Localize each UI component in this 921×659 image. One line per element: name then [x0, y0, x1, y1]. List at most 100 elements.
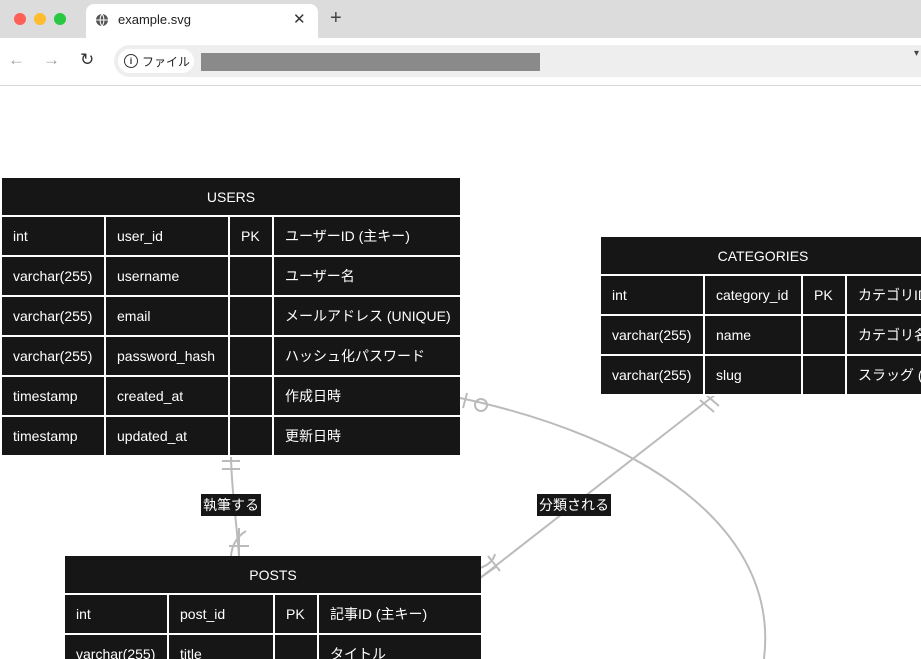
- attribute-type-text: timestamp: [13, 388, 78, 404]
- attribute-key: PK: [803, 276, 845, 314]
- site-info-chip[interactable]: i ファイル: [118, 49, 194, 73]
- attribute-name: post_id: [169, 595, 273, 633]
- attribute-name: slug: [705, 356, 801, 394]
- entity-title: CATEGORIES: [717, 247, 809, 264]
- info-icon: i: [124, 54, 138, 68]
- address-bar[interactable]: i ファイル: [114, 45, 921, 77]
- attribute-type: varchar(255): [601, 356, 703, 394]
- back-icon[interactable]: ←: [8, 50, 25, 70]
- attribute-comment: スラッグ (U: [847, 356, 921, 394]
- attribute-comment-text: 更新日時: [285, 428, 341, 444]
- attribute-key: [803, 316, 845, 354]
- attribute-name-text: post_id: [180, 606, 226, 622]
- attribute-comment-text: 記事ID (主キー): [330, 606, 428, 622]
- tab-title: example.svg: [118, 12, 191, 27]
- entity-title: USERS: [206, 188, 256, 205]
- rel-mark-zero: [474, 398, 488, 412]
- attribute-type: varchar(255): [2, 257, 104, 295]
- attribute-name: password_hash: [106, 337, 228, 375]
- attribute-key-text: PK: [286, 606, 305, 622]
- attribute-type-text: int: [76, 606, 91, 622]
- attribute-type: int: [65, 595, 167, 633]
- attribute-type: varchar(255): [65, 635, 167, 659]
- attribute-name: email: [106, 297, 228, 335]
- chevron-down-icon[interactable]: ▾: [914, 48, 919, 59]
- attribute-comment-text: ハッシュ化パスワード: [285, 348, 425, 364]
- zoom-window-button[interactable]: [54, 13, 66, 25]
- attribute-name: title: [169, 635, 273, 659]
- minimize-window-button[interactable]: [34, 13, 46, 25]
- tab-bar: example.svg ✕ +: [0, 0, 921, 38]
- attribute-comment: 更新日時: [274, 417, 460, 455]
- attribute-key: [230, 257, 272, 295]
- rel-line-categories-posts: [479, 393, 717, 579]
- attribute-name-text: title: [180, 646, 202, 659]
- attribute-comment: カテゴリID: [847, 276, 921, 314]
- attribute-name: updated_at: [106, 417, 228, 455]
- new-tab-button[interactable]: +: [330, 7, 342, 30]
- attribute-name-text: slug: [716, 367, 742, 383]
- attribute-comment: メールアドレス (UNIQUE): [274, 297, 460, 335]
- attribute-name-text: name: [716, 327, 752, 343]
- rel-line-users-offcanvas: [459, 397, 767, 659]
- attribute-name: category_id: [705, 276, 801, 314]
- attribute-type-text: varchar(255): [13, 268, 93, 284]
- attribute-type-text: timestamp: [13, 428, 78, 444]
- tab-close-icon[interactable]: ✕: [293, 10, 306, 28]
- attribute-type-text: varchar(255): [612, 327, 692, 343]
- attribute-comment-text: スラッグ (U: [858, 367, 921, 383]
- attribute-type-text: varchar(255): [76, 646, 156, 659]
- close-window-button[interactable]: [14, 13, 26, 25]
- attribute-type-text: int: [612, 287, 627, 303]
- attribute-type-text: varchar(255): [13, 348, 93, 364]
- attribute-key: [275, 635, 317, 659]
- reload-icon[interactable]: ↻: [80, 50, 94, 70]
- attribute-key: PK: [230, 217, 272, 255]
- attribute-comment: ユーザーID (主キー): [274, 217, 460, 255]
- attribute-comment-text: メールアドレス (UNIQUE): [285, 308, 451, 324]
- attribute-key: [230, 377, 272, 415]
- attribute-key-text: PK: [814, 287, 833, 303]
- attribute-name-text: updated_at: [117, 428, 188, 444]
- relationship-label: 執筆する: [201, 494, 261, 516]
- attribute-name-text: password_hash: [117, 348, 216, 364]
- divider: [601, 394, 921, 396]
- attribute-comment: 作成日時: [274, 377, 460, 415]
- attribute-name: created_at: [106, 377, 228, 415]
- attribute-type: int: [2, 217, 104, 255]
- attribute-name: user_id: [106, 217, 228, 255]
- relationship-label: 分類される: [537, 494, 611, 516]
- entity-categories: CATEGORIES int category_id PK カテゴリID varchar(…: [601, 237, 921, 396]
- rel-mark-posts-many: [229, 528, 249, 557]
- site-info-label: ファイル: [142, 55, 191, 69]
- entity-name: CATEGORIES: [601, 237, 921, 274]
- entity-title: POSTS: [249, 566, 297, 583]
- attribute-key: [230, 297, 272, 335]
- entity-name: USERS: [2, 178, 460, 215]
- diagram-canvas: 執筆する 分類される USERS int user_id PK ユーザーID (主キー)…: [0, 86, 921, 659]
- attribute-comment-text: カテゴリ名: [858, 327, 921, 343]
- attribute-name-text: created_at: [117, 388, 184, 404]
- attribute-comment: ハッシュ化パスワード: [274, 337, 460, 375]
- attribute-comment-text: 作成日時: [285, 388, 341, 404]
- attribute-type: timestamp: [2, 377, 104, 415]
- attribute-comment-text: ユーザー名: [285, 268, 355, 284]
- tab-example-svg[interactable]: example.svg ✕: [86, 4, 318, 38]
- attribute-type: varchar(255): [2, 297, 104, 335]
- attribute-type: int: [601, 276, 703, 314]
- attribute-type: varchar(255): [2, 337, 104, 375]
- attribute-key-text: PK: [241, 228, 260, 244]
- url-redacted[interactable]: [201, 53, 540, 71]
- attribute-name-text: user_id: [117, 228, 163, 244]
- browser-toolbar: ← → ↻ i ファイル ▾: [0, 38, 921, 86]
- globe-icon: [96, 13, 108, 27]
- rel-mark-one-2: [462, 392, 468, 409]
- forward-icon[interactable]: →: [43, 50, 60, 70]
- attribute-name-text: username: [117, 268, 180, 284]
- attribute-type: timestamp: [2, 417, 104, 455]
- entity-users: USERS int user_id PK ユーザーID (主キー) varchar(255…: [2, 178, 460, 457]
- attribute-comment: タイトル: [319, 635, 481, 659]
- attribute-comment: 記事ID (主キー): [319, 595, 481, 633]
- attribute-type: varchar(255): [601, 316, 703, 354]
- entity-posts: POSTS int post_id PK 記事ID (主キー) varchar(255) t…: [65, 556, 481, 659]
